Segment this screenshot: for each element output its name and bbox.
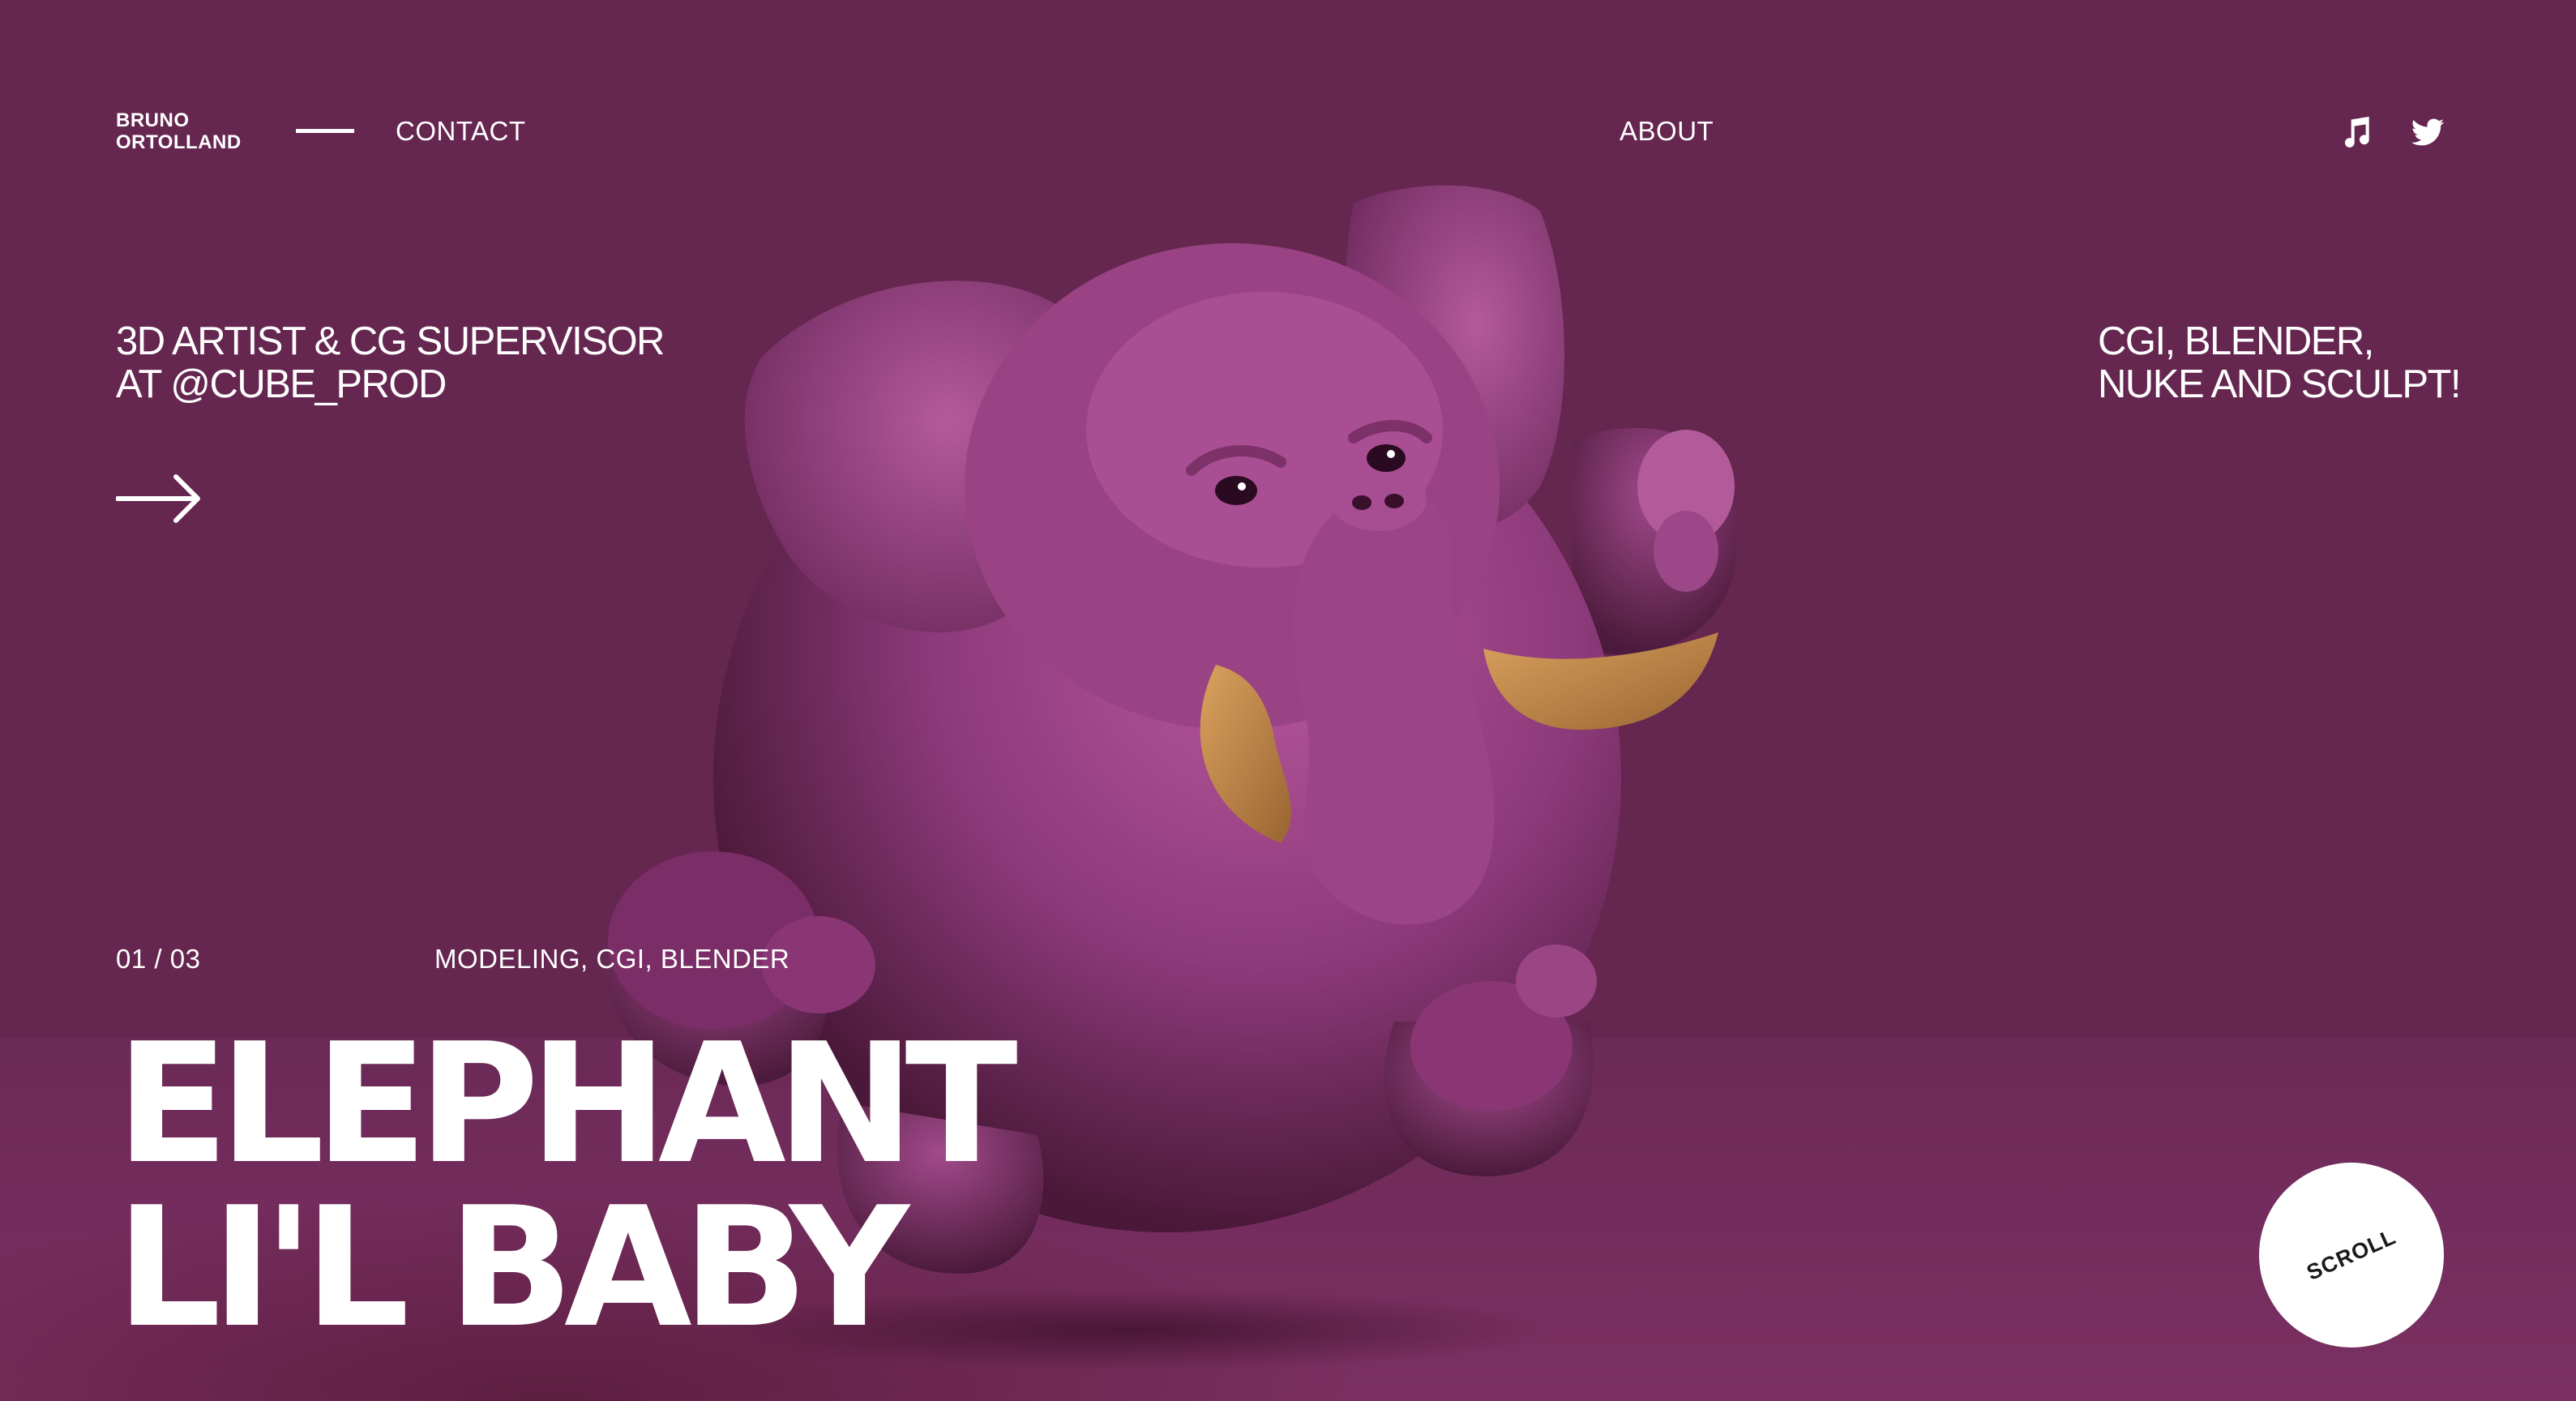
scroll-button[interactable]: SCROLL [2259,1163,2444,1347]
intro-role-line-2: AT @CUBE_PROD [116,362,447,406]
intro-role-line-1: 3D ARTIST & CG SUPERVISOR [116,319,665,363]
brand-last-name: ORTOLLAND [116,131,242,153]
intro-skills-line-2: NUKE AND SCULPT! [2098,362,2462,406]
about-link[interactable]: ABOUT [1620,116,1714,147]
project-title-line-1: ELEPHANT [116,1009,1018,1201]
nav-divider-dash [296,129,354,133]
intro-role-text: 3D ARTIST & CG SUPERVISOR AT @CUBE_PROD [116,320,732,406]
contact-link[interactable]: CONTACT [396,116,526,147]
intro-skills-text: CGI, BLENDER, NUKE AND SCULPT! [2098,320,2552,406]
project-counter: 01 / 03 [116,944,201,974]
project-categories: MODELING, CGI, BLENDER [434,944,790,974]
brand-logo[interactable]: BRUNO ORTOLLAND [116,109,294,153]
scroll-label: SCROLL [2303,1224,2400,1286]
top-navigation: BRUNO ORTOLLAND CONTACT ABOUT [0,0,2576,211]
twitter-icon[interactable] [2410,115,2445,151]
music-note-icon[interactable] [2339,115,2375,151]
intro-skills-line-1: CGI, BLENDER, [2098,319,2374,363]
project-title[interactable]: ELEPHANT LI'L BABY [116,1009,1170,1365]
arrow-right-icon[interactable] [116,470,203,527]
project-title-line-2: LI'L BABY [116,1172,909,1365]
brand-first-name: BRUNO [116,109,190,131]
